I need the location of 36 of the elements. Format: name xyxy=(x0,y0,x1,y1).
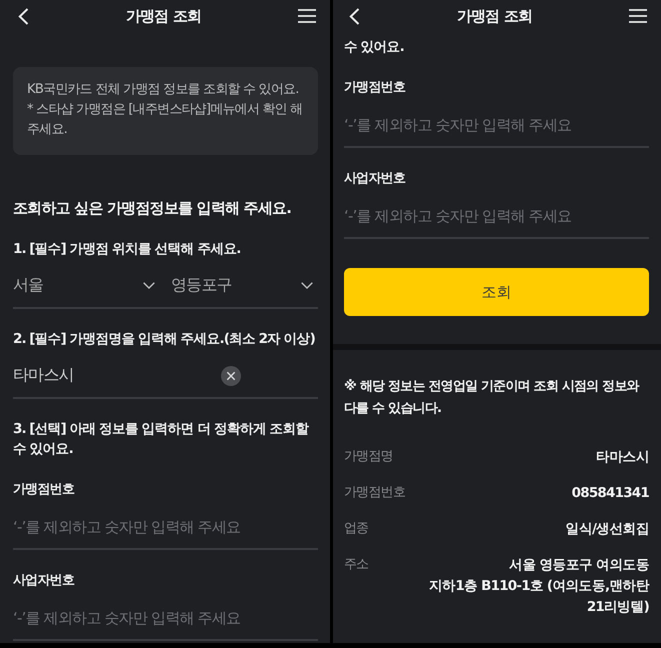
page-title: 가맹점 조회 xyxy=(126,6,202,26)
result-value: 서울 영등포구 여의도동 지하1층 B110-1호 (여의도동,맨하탄 21리빙텔) xyxy=(429,556,649,617)
step-label: 1. [필수] 가맹점 위치를 선택해 주세요. xyxy=(13,240,242,259)
menu-icon[interactable] xyxy=(629,9,647,23)
info-text: * 스타샵 가맹점은 [내주변스타샵]메뉴에서 확인 해 주세요. xyxy=(27,101,303,139)
clear-icon[interactable] xyxy=(221,366,241,386)
result-label: 업종 xyxy=(344,520,368,538)
result-value: 일식/생선회집 xyxy=(566,520,649,539)
field-label: 사업자번호 xyxy=(344,170,406,188)
page-title: 가맹점 조회 xyxy=(456,6,532,26)
back-icon[interactable] xyxy=(18,8,29,24)
field-label: 가맹점번호 xyxy=(13,481,76,499)
field-label: 사업자번호 xyxy=(13,572,76,590)
chevron-down-icon xyxy=(143,282,155,289)
field-label: 가맹점번호 xyxy=(344,79,406,97)
text-field[interactable]: ‘-’를 제외하고 숫자만 입력해 주세요 xyxy=(13,596,318,641)
step-label: 수 있어요. xyxy=(344,38,405,57)
notice-text: ※ 해당 정보는 전영업일 기준이며 조회 시점의 정보와 다를 수 있습니다. xyxy=(344,378,640,418)
result-label: 가맹점번호 xyxy=(344,484,406,502)
result-value: 085841341 xyxy=(572,484,649,503)
dropdown[interactable]: 서울 xyxy=(13,264,160,307)
back-icon[interactable] xyxy=(349,8,360,24)
step-label: 2. [필수] 가맹점명을 입력해 주세요.(최소 2자 이상) xyxy=(13,330,316,349)
step-label: 3. [선택] 아래 정보를 입력하면 더 정확하게 조회할 수 있어요. xyxy=(13,420,310,459)
text-field[interactable]: ‘-’를 제외하고 숫자만 입력해 주세요 xyxy=(344,194,649,239)
result-label: 주소 xyxy=(344,556,368,574)
search-button[interactable]: 조회 xyxy=(344,268,649,316)
result-value: 타마스시 xyxy=(596,448,649,467)
text-field[interactable]: ‘-’를 제외하고 숫자만 입력해 주세요 xyxy=(13,505,318,550)
menu-icon[interactable] xyxy=(298,9,316,23)
section-heading: 조회하고 싶은 가맹점정보를 입력해 주세요. xyxy=(13,198,292,219)
text-field[interactable]: ‘-’를 제외하고 숫자만 입력해 주세요 xyxy=(344,103,649,148)
result-label: 가맹점명 xyxy=(344,448,393,466)
dropdown[interactable]: 영등포구 xyxy=(171,264,318,307)
chevron-down-icon xyxy=(301,282,313,289)
info-text: KB국민카드 전체 가맹점 정보를 조회할 수 있어요. xyxy=(27,81,300,99)
